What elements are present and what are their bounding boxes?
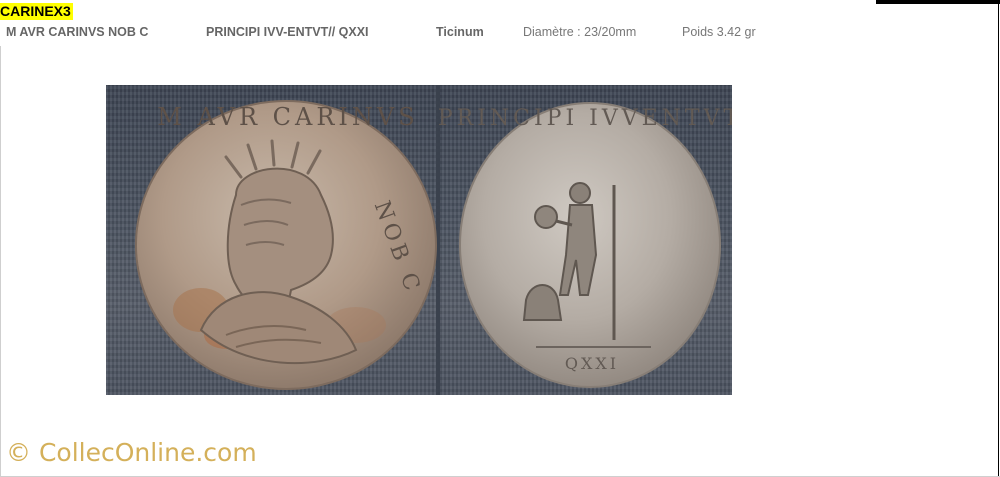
reference-tag: CARINEX3 (0, 3, 73, 20)
watermark-text: © ColleсOnline.com (6, 438, 257, 467)
coin-obverse: M AVR CARINVS NOB C (135, 100, 437, 390)
right-border (998, 0, 999, 477)
svg-text:M AVR CARINVS: M AVR CARINVS (157, 103, 418, 131)
weight-info: Poids 3.42 gr (682, 25, 756, 39)
exergue-mark: QXXI (565, 354, 619, 373)
coin-photo: M AVR CARINVS NOB C PRINCIPI IVVENTVT QX… (106, 85, 732, 395)
coin-photo-drawing: M AVR CARINVS NOB C PRINCIPI IVVENTVT QX… (135, 85, 732, 395)
top-right-bar (876, 0, 1000, 4)
obverse-legend: M AVR CARINVS NOB C (6, 25, 149, 39)
diameter-info: Diamètre : 23/20mm (523, 25, 637, 39)
reverse-legend: PRINCIPI IVV-ENTVT// QXXI (206, 25, 369, 39)
coin-reverse: PRINCIPI IVVENTVT QXXI (438, 102, 732, 388)
svg-text:PRINCIPI IVVENTVT: PRINCIPI IVVENTVT (438, 106, 732, 131)
mint-name: Ticinum (436, 25, 484, 39)
left-border (0, 46, 1, 477)
